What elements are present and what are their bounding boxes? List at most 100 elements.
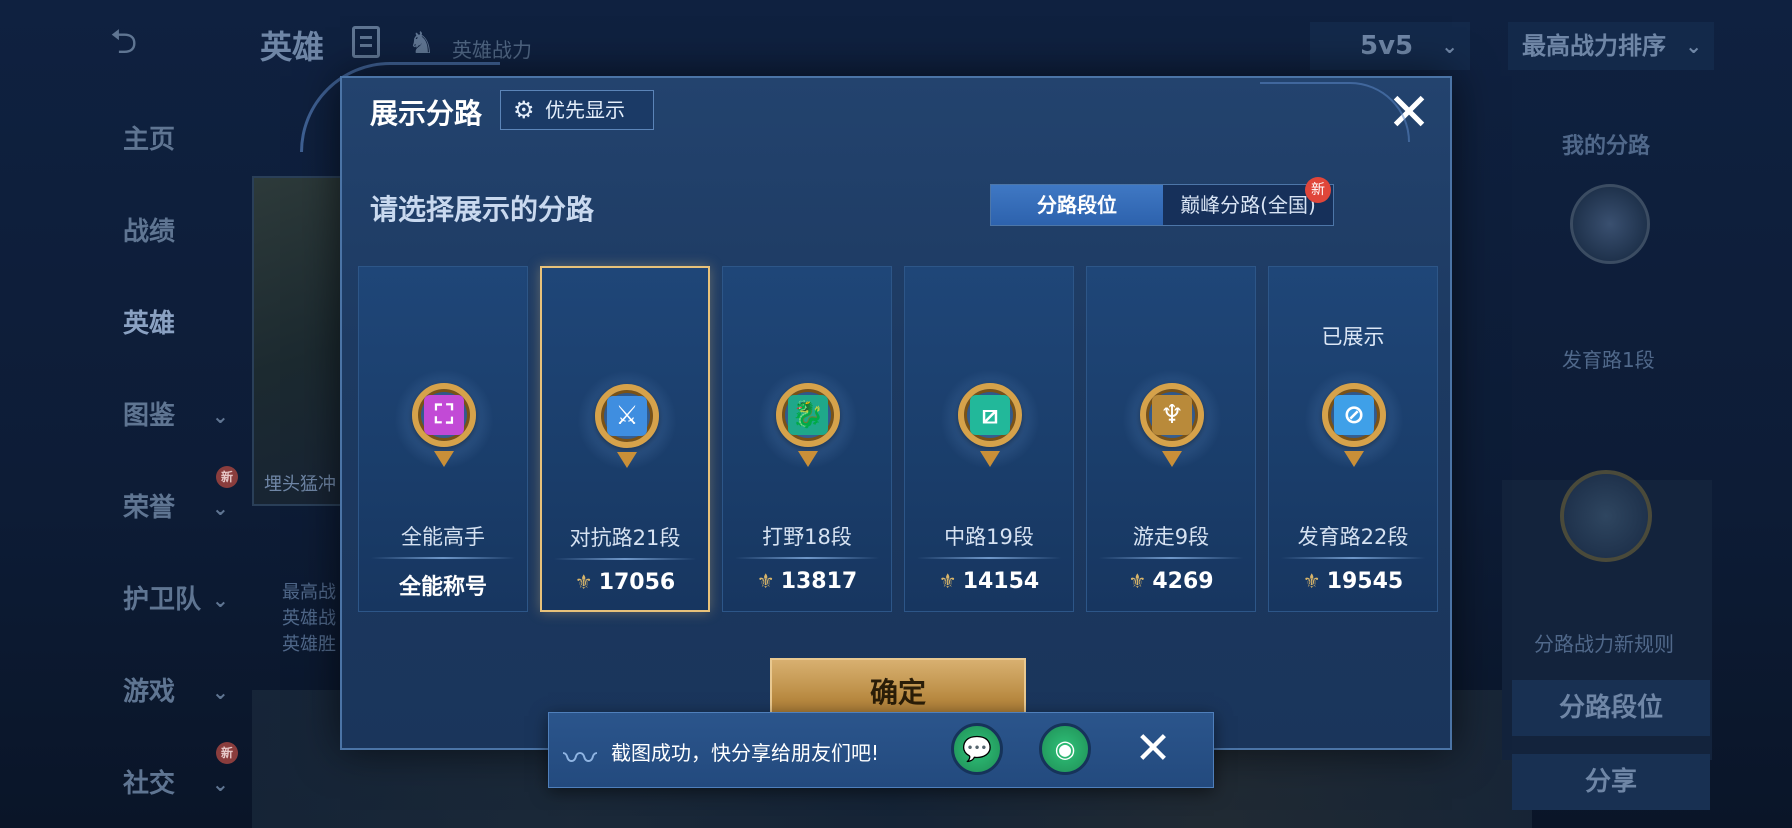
moments-share-button[interactable]: ◉: [1039, 723, 1091, 775]
emblem-core: ⛶: [424, 395, 464, 435]
sidebar-item-game[interactable]: 游戏 ⌄: [100, 662, 240, 754]
emblem-core: ⧄: [970, 395, 1010, 435]
sidebar-item-label: 护卫队: [123, 585, 202, 615]
lane-card-list: ⛶ 全能高手 全能称号 ⚔ 对抗路21段 ⚜ 17056 🐉 打野18段 ⚜ 13817 ⧄ 中路19段…: [358, 266, 1438, 614]
hero-stats: 最高战 英雄战 英雄胜: [282, 580, 336, 658]
sidebar-item-hero[interactable]: 英雄: [100, 294, 240, 386]
emblem-core: ♆: [1152, 395, 1192, 435]
all-round-emblem-icon: ⛶: [394, 369, 494, 469]
lane-power: ⚜ 14154: [905, 569, 1073, 594]
lane-name: 对抗路21段: [569, 526, 681, 550]
page-title: 英雄: [260, 28, 325, 66]
right-panel: 我的分路 发育路1段 分路战力新规则 分路段位 分享: [1500, 100, 1720, 828]
wave-icon: 〰: [563, 739, 597, 779]
emblem-spike: [1344, 451, 1364, 467]
emblem-spike: [617, 452, 637, 468]
wechat-share-button[interactable]: 💬: [951, 723, 1003, 775]
shown-tag: 已展示: [1321, 325, 1385, 349]
chevron-down-icon: ⌄: [212, 680, 229, 704]
hero-stat-line: 最高战: [282, 582, 336, 603]
select-prompt: 请选择展示的分路: [370, 193, 595, 226]
toast-close-button[interactable]: ✕: [1129, 725, 1177, 773]
lane-rank-button[interactable]: 分路段位: [1512, 680, 1710, 736]
roam-emblem-icon: ♆: [1122, 369, 1222, 469]
mode-value: 5v5: [1360, 31, 1414, 61]
power-label[interactable]: 英雄战力: [452, 34, 532, 63]
list-icon[interactable]: [352, 26, 380, 58]
screenshot-toast: 〰 截图成功，快分享给朋友们吧! 💬 ◉ ✕: [548, 712, 1214, 788]
power-icon: ⚜: [756, 569, 775, 593]
tab-lane-rank[interactable]: 分路段位: [991, 185, 1163, 225]
modal-title: 展示分路: [370, 97, 483, 130]
rule-link[interactable]: 分路战力新规则: [1534, 628, 1674, 657]
sidebar-item-honor[interactable]: 荣誉新 ⌄: [100, 466, 240, 570]
sidebar-item-label: 主页: [123, 125, 176, 155]
sidebar-item-label: 游戏: [123, 677, 176, 707]
sidebar-item-social[interactable]: 社交新 ⌄: [100, 742, 240, 828]
emblem-spike: [1162, 451, 1182, 467]
lane-name: 打野18段: [762, 525, 852, 549]
sort-value: 最高战力排序: [1522, 32, 1666, 60]
sidebar-item-guard[interactable]: 护卫队 ⌄: [100, 570, 240, 662]
emblem-spike: [798, 451, 818, 467]
chevron-down-icon: ⌄: [212, 772, 229, 796]
priority-display-button[interactable]: ⚙ 优先显示: [500, 90, 654, 130]
divider: [371, 557, 515, 559]
chevron-down-icon: ⌄: [212, 404, 229, 428]
gear-icon: ⚙: [513, 96, 535, 124]
lane-card[interactable]: ⧄ 中路19段 ⚜ 14154: [904, 266, 1074, 612]
lane-card[interactable]: 🐉 打野18段 ⚜ 13817: [722, 266, 892, 612]
tab-label: 巅峰分路(全国): [1180, 193, 1316, 217]
emblem-spike: [980, 451, 1000, 467]
sidebar-item-gallery[interactable]: 图鉴 ⌄: [100, 386, 240, 478]
lane-power-value: 13817: [780, 569, 858, 594]
lane-card[interactable]: 已展示 ⊘ 发育路22段 ⚜ 19545: [1268, 266, 1438, 612]
hero-caption: 埋头猛冲: [264, 474, 336, 495]
power-icon: ⚜: [1128, 569, 1147, 593]
mode-select[interactable]: 5v5 ⌄: [1310, 22, 1470, 70]
power-icon: ⚜: [1302, 569, 1321, 593]
farm-lane-emblem-icon: ⊘: [1304, 369, 1404, 469]
mid-lane-emblem-icon: ⧄: [940, 369, 1040, 469]
lane-emblem-icon: [1570, 184, 1650, 264]
lane-label: 发育路1段: [1562, 348, 1655, 372]
lane-card[interactable]: ♆ 游走9段 ⚜ 4269: [1086, 266, 1256, 612]
moments-icon: ◉: [1054, 735, 1076, 763]
chevron-down-icon: ⌄: [1685, 34, 1702, 58]
power-icon: ⚜: [938, 569, 957, 593]
divider: [1281, 557, 1425, 559]
emblem-core: ⚔: [607, 396, 647, 436]
lane-power: 全能称号: [359, 569, 527, 601]
lane-emblem-large-icon: [1560, 470, 1652, 562]
sidebar-item-label: 英雄: [123, 309, 176, 339]
sort-select[interactable]: 最高战力排序 ⌄: [1508, 22, 1714, 70]
sidebar-item-record[interactable]: 战绩: [100, 202, 240, 294]
chevron-down-icon: ⌄: [212, 588, 229, 612]
sidebar-item-label: 战绩: [123, 217, 176, 247]
lane-card[interactable]: ⚔ 对抗路21段 ⚜ 17056: [540, 266, 710, 612]
lane-power-value: 14154: [962, 569, 1040, 594]
sidebar-item-home[interactable]: 主页: [100, 110, 240, 202]
lane-power: ⚜ 17056: [542, 570, 708, 595]
back-button[interactable]: ⮌: [110, 20, 190, 64]
close-icon: ✕: [1134, 723, 1172, 774]
sidebar-nav: 主页 战绩 英雄 图鉴 ⌄ 荣誉新 ⌄ 护卫队 ⌄ 游戏 ⌄ 社交新 ⌄: [100, 110, 240, 828]
sidebar-item-label: 图鉴: [123, 401, 176, 431]
divider: [1099, 557, 1243, 559]
divider: [917, 557, 1061, 559]
chevron-down-icon: ⌄: [1441, 34, 1458, 58]
hero-stat-line: 英雄胜: [282, 634, 336, 655]
lane-power-value: 4269: [1152, 569, 1214, 594]
emblem-core: ⊘: [1334, 395, 1374, 435]
toast-message: 截图成功，快分享给朋友们吧!: [611, 741, 880, 765]
lane-card[interactable]: ⛶ 全能高手 全能称号: [358, 266, 528, 612]
hero-stat-line: 英雄战: [282, 608, 336, 629]
helmet-icon: ♞: [408, 26, 435, 61]
share-button[interactable]: 分享: [1512, 754, 1710, 810]
lane-power-value: 19545: [1326, 569, 1404, 594]
clash-lane-emblem-icon: ⚔: [577, 370, 677, 470]
tab-peak-lane[interactable]: 巅峰分路(全国) 新: [1163, 177, 1333, 225]
wechat-icon: 💬: [962, 735, 992, 763]
lane-power-value: 全能称号: [398, 575, 487, 600]
divider: [554, 558, 696, 560]
